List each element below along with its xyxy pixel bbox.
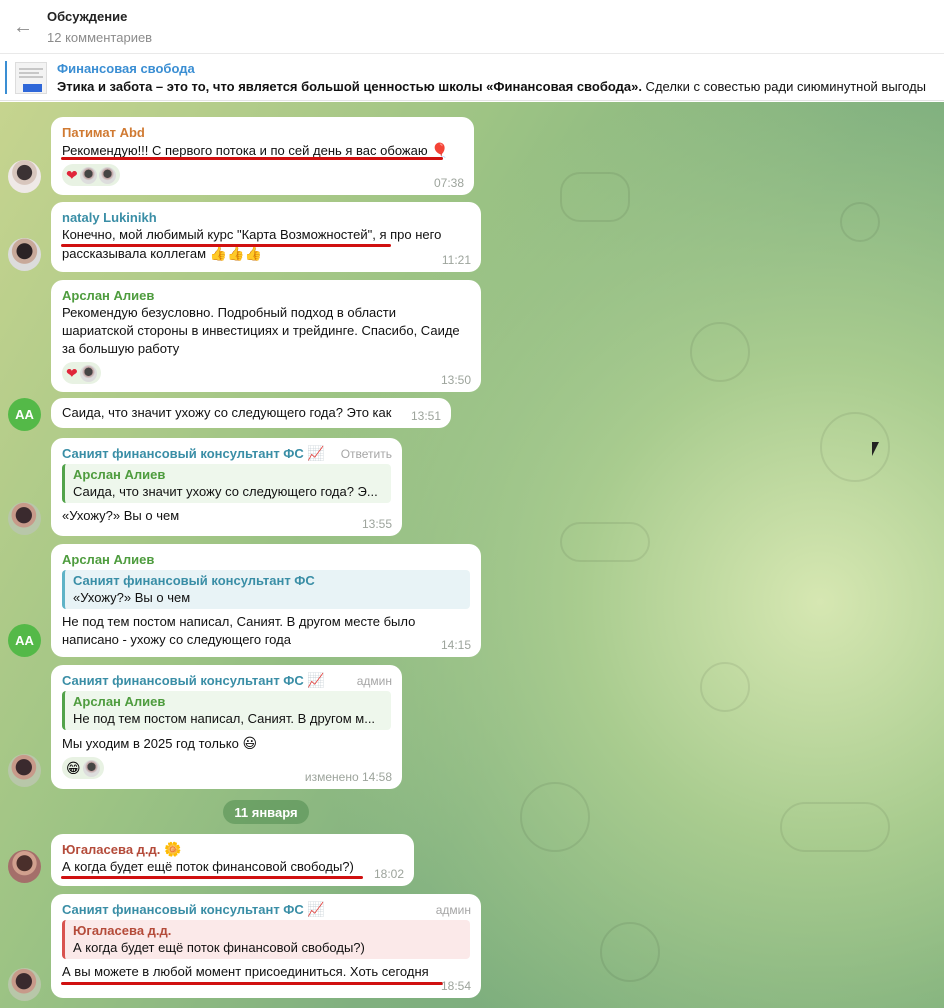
message-author[interactable]: Арслан Алиев bbox=[62, 551, 470, 568]
message-author[interactable]: Саният финансовый консультант ФС 📈 bbox=[62, 672, 391, 689]
date-separator: 11 января bbox=[223, 800, 309, 824]
message-time: 07:38 bbox=[433, 176, 464, 190]
reactor-avatar bbox=[79, 166, 97, 184]
message-bubble[interactable]: Югаласева д.д. 🌼 А когда будет ещё поток… bbox=[51, 834, 414, 886]
reply-button[interactable]: Ответить bbox=[341, 447, 392, 461]
reactor-avatar bbox=[98, 166, 116, 184]
avatar-arslan[interactable]: AA bbox=[8, 624, 41, 657]
red-underline bbox=[61, 157, 443, 160]
admin-tag: админ bbox=[435, 903, 471, 917]
avatar-nataly[interactable] bbox=[8, 238, 41, 271]
avatar-saniyat[interactable] bbox=[8, 968, 41, 1001]
heart-icon: ❤ bbox=[66, 364, 78, 381]
message-author[interactable]: Патимат Abd bbox=[62, 124, 463, 141]
chat-title: Обсуждение bbox=[47, 9, 128, 24]
reaction-grin[interactable]: 😁 bbox=[62, 757, 104, 779]
reply-quote[interactable]: Арслан Алиев Не под тем постом написал, … bbox=[62, 691, 391, 730]
avatar-saniyat[interactable] bbox=[8, 502, 41, 535]
message-author[interactable]: Саният финансовый консультант ФС 📈 bbox=[62, 901, 470, 918]
message-text: Не под тем постом написал, Саният. В дру… bbox=[62, 614, 416, 647]
pinned-text: Этика и забота – это то, что является бо… bbox=[57, 79, 927, 94]
reactor-avatar bbox=[82, 759, 100, 777]
red-underline bbox=[61, 244, 391, 247]
message-time: 13:50 bbox=[440, 373, 471, 387]
avatar-patimat[interactable] bbox=[8, 160, 41, 193]
avatar-saniyat[interactable] bbox=[8, 754, 41, 787]
message-time: 13:55 bbox=[361, 517, 392, 531]
admin-tag: админ bbox=[356, 674, 392, 688]
reactions-row: ❤ bbox=[62, 362, 470, 384]
avatar-yugalaseva[interactable] bbox=[8, 850, 41, 883]
pinned-thumbnail bbox=[15, 62, 47, 94]
reactions-row: ❤ bbox=[62, 164, 463, 186]
reaction-heart[interactable]: ❤ bbox=[62, 362, 101, 384]
red-underline bbox=[61, 876, 363, 879]
message-bubble[interactable]: Патимат Abd Рекомендую!!! С первого пото… bbox=[51, 117, 474, 195]
avatar-arslan[interactable]: AA bbox=[8, 398, 41, 431]
message-bubble[interactable]: nataly Lukinikh Конечно, мой любимый кур… bbox=[51, 202, 481, 272]
message-bubble[interactable]: Арслан Алиев Саният финансовый консульта… bbox=[51, 544, 481, 657]
pinned-channel-name: Финансовая свобода bbox=[57, 61, 195, 76]
heart-icon: ❤ bbox=[66, 166, 78, 183]
message-time: 11:21 bbox=[441, 253, 471, 267]
message-bubble[interactable]: Саният финансовый консультант ФС 📈 админ… bbox=[51, 894, 481, 998]
message-text: А вы можете в любой момент присоединитьс… bbox=[62, 964, 429, 979]
message-time: 13:51 bbox=[410, 409, 441, 423]
message-bubble[interactable]: Саида, что значит ухожу со следующего го… bbox=[51, 398, 451, 428]
reply-quote[interactable]: Саният финансовый консультант ФС «Ухожу?… bbox=[62, 570, 470, 609]
chart-icon: 📈 bbox=[307, 672, 325, 688]
chart-icon: 📈 bbox=[307, 901, 325, 917]
message-text: А когда будет ещё поток финансовой свобо… bbox=[62, 859, 354, 874]
red-underline bbox=[61, 982, 443, 985]
mouse-cursor-icon bbox=[872, 442, 879, 456]
reactor-avatar bbox=[79, 364, 97, 382]
comment-count: 12 комментариев bbox=[47, 30, 153, 45]
message-bubble[interactable]: Саният финансовый консультант ФС 📈 Ответ… bbox=[51, 438, 402, 536]
message-text: Рекомендую безусловно. Подробный подход … bbox=[62, 305, 460, 356]
message-text: «Ухожу?» Вы о чем bbox=[62, 508, 180, 523]
back-arrow-icon[interactable]: ← bbox=[12, 16, 34, 38]
message-time: изменено 14:58 bbox=[304, 770, 392, 784]
flower-icon: 🌼 bbox=[164, 841, 182, 857]
message-author[interactable]: Югаласева д.д. 🌼 bbox=[62, 841, 403, 858]
message-time: 18:02 bbox=[373, 867, 404, 881]
reaction-heart[interactable]: ❤ bbox=[62, 164, 120, 186]
pinned-post[interactable]: Финансовая свобода Этика и забота – это … bbox=[0, 55, 944, 101]
reply-quote[interactable]: Югаласева д.д. А когда будет ещё поток ф… bbox=[62, 920, 470, 959]
message-bubble[interactable]: Арслан Алиев Рекомендую безусловно. Подр… bbox=[51, 280, 481, 392]
app-window: ← Обсуждение 12 комментариев Финансовая … bbox=[0, 0, 944, 1008]
grin-icon: 😁 bbox=[66, 759, 81, 776]
message-text: Мы уходим в 2025 год только 😃 bbox=[62, 735, 258, 751]
pinned-accent-bar bbox=[5, 61, 7, 94]
message-time: 18:54 bbox=[440, 979, 471, 993]
message-time: 14:15 bbox=[440, 638, 471, 652]
message-author[interactable]: Арслан Алиев bbox=[62, 287, 470, 304]
reply-quote[interactable]: Арслан Алиев Саида, что значит ухожу со … bbox=[62, 464, 391, 503]
chat-header: ← Обсуждение 12 комментариев bbox=[0, 0, 944, 54]
message-text: Саида, что значит ухожу со следующего го… bbox=[62, 405, 392, 420]
chat-area: Патимат Abd Рекомендую!!! С первого пото… bbox=[0, 102, 944, 1008]
chart-icon: 📈 bbox=[307, 445, 325, 461]
message-author[interactable]: nataly Lukinikh bbox=[62, 209, 470, 226]
message-bubble[interactable]: Саният финансовый консультант ФС 📈 админ… bbox=[51, 665, 402, 789]
